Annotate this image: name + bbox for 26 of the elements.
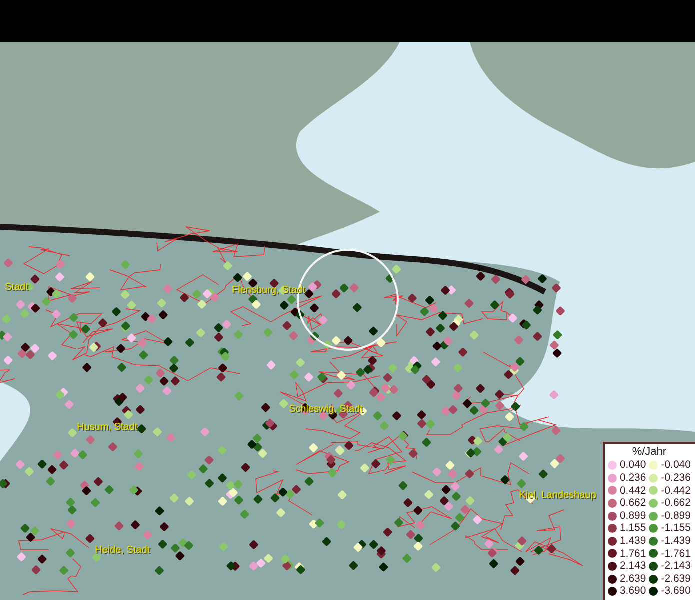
- legend-value: 0.442: [620, 484, 646, 498]
- legend-value: 0.040: [620, 459, 646, 472]
- legend-value: 0.899: [620, 510, 646, 522]
- legend-value: -0.899: [661, 510, 691, 522]
- legend-value: 1.155: [620, 522, 646, 536]
- legend-value: 1.761: [620, 548, 646, 560]
- legend-value: -1.155: [661, 522, 691, 536]
- legend-value: 0.662: [620, 497, 646, 510]
- legend-value: -2.639: [661, 572, 691, 586]
- legend-value: -1.439: [661, 535, 691, 548]
- legend-value: 2.143: [620, 560, 646, 573]
- legend-value: -1.761: [661, 548, 691, 560]
- legend-title: %/Jahr: [631, 446, 668, 460]
- legend-value: -3.690: [661, 585, 691, 598]
- legend-value: -0.236: [661, 472, 691, 485]
- place-label: Heide, Stadt: [95, 545, 150, 556]
- legend-value: 1.439: [620, 535, 646, 548]
- legend-value: -0.442: [661, 484, 691, 498]
- legend-value: 3.690: [620, 585, 646, 598]
- legend-value: 0.236: [620, 472, 646, 485]
- place-label: Husum, Stadt: [77, 422, 138, 433]
- legend-value: -2.143: [661, 560, 691, 573]
- legend-value: -0.662: [661, 497, 691, 510]
- legend-value: 2.639: [620, 572, 646, 586]
- legend-value: -0.040: [661, 459, 691, 472]
- place-label: Stadt: [5, 282, 28, 293]
